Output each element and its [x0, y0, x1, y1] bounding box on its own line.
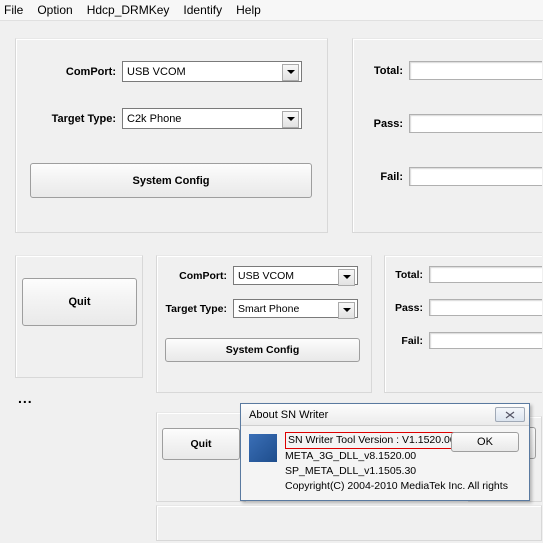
- total-label: Total:: [367, 65, 409, 77]
- total-field-2: [429, 266, 542, 283]
- dialog-body: SN Writer Tool Version : V1.1520.00 META…: [241, 426, 529, 500]
- system-config-button[interactable]: System Config: [30, 163, 312, 198]
- menu-bar: File Option Hdcp_DRMKey Identify Help: [0, 0, 543, 21]
- total-field: [409, 61, 542, 80]
- version-highlight: SN Writer Tool Version : V1.1520.00: [285, 432, 459, 449]
- about-dialog: About SN Writer SN Writer Tool Version :…: [240, 403, 530, 501]
- pass-field: [409, 114, 542, 133]
- quit-button-2[interactable]: Quit: [162, 428, 240, 460]
- comport-dropdown[interactable]: USB VCOM: [122, 61, 302, 82]
- copyright-line: Copyright(C) 2004-2010 MediaTek Inc. All…: [285, 480, 508, 492]
- fail-field: [409, 167, 542, 186]
- close-icon[interactable]: [495, 407, 525, 422]
- target-type-label-2: Target Type:: [165, 303, 233, 315]
- target-type-dropdown-2[interactable]: Smart Phone: [233, 299, 358, 318]
- dialog-titlebar: About SN Writer: [241, 404, 529, 426]
- target-type-dropdown[interactable]: C2k Phone: [122, 108, 302, 129]
- menu-file[interactable]: File: [4, 3, 23, 17]
- dialog-title-text: About SN Writer: [249, 409, 328, 421]
- stats-panel-top: Total: Pass: Fail:: [352, 38, 542, 233]
- fail-field-2: [429, 332, 542, 349]
- app-icon: [249, 434, 277, 462]
- pass-label-2: Pass:: [393, 302, 429, 314]
- pass-label: Pass:: [367, 118, 409, 130]
- stats-panel-mid: Total: Pass: Fail:: [384, 255, 542, 393]
- quit-button[interactable]: Quit: [22, 278, 137, 326]
- system-config-button-2[interactable]: System Config: [165, 338, 360, 362]
- menu-identify[interactable]: Identify: [183, 3, 222, 17]
- menu-help[interactable]: Help: [236, 3, 261, 17]
- fail-label: Fail:: [367, 171, 409, 183]
- total-label-2: Total:: [393, 269, 429, 281]
- config-panel-mid: ComPort: USB VCOM Target Type: Smart Pho…: [156, 255, 372, 393]
- menu-option[interactable]: Option: [37, 3, 72, 17]
- config-panel-top: ComPort: USB VCOM Target Type: C2k Phone…: [15, 38, 328, 233]
- fail-label-2: Fail:: [393, 335, 429, 347]
- comport-label: ComPort:: [30, 66, 122, 78]
- menu-hdcp[interactable]: Hdcp_DRMKey: [87, 3, 170, 17]
- pass-field-2: [429, 299, 542, 316]
- quit-panel-2: Quit: [156, 412, 246, 502]
- comport-dropdown-2[interactable]: USB VCOM: [233, 266, 358, 285]
- comport-label-2: ComPort:: [165, 270, 233, 282]
- ok-button[interactable]: OK: [451, 432, 519, 452]
- quit-panel: Quit: [15, 255, 143, 378]
- target-type-label: Target Type:: [30, 113, 122, 125]
- dll-line-2: SP_META_DLL_v1.1505.30: [285, 465, 416, 477]
- bottom-strip: [156, 505, 542, 541]
- ellipsis: ...: [18, 390, 33, 406]
- dll-line-1: META_3G_DLL_v8.1520.00: [285, 450, 416, 462]
